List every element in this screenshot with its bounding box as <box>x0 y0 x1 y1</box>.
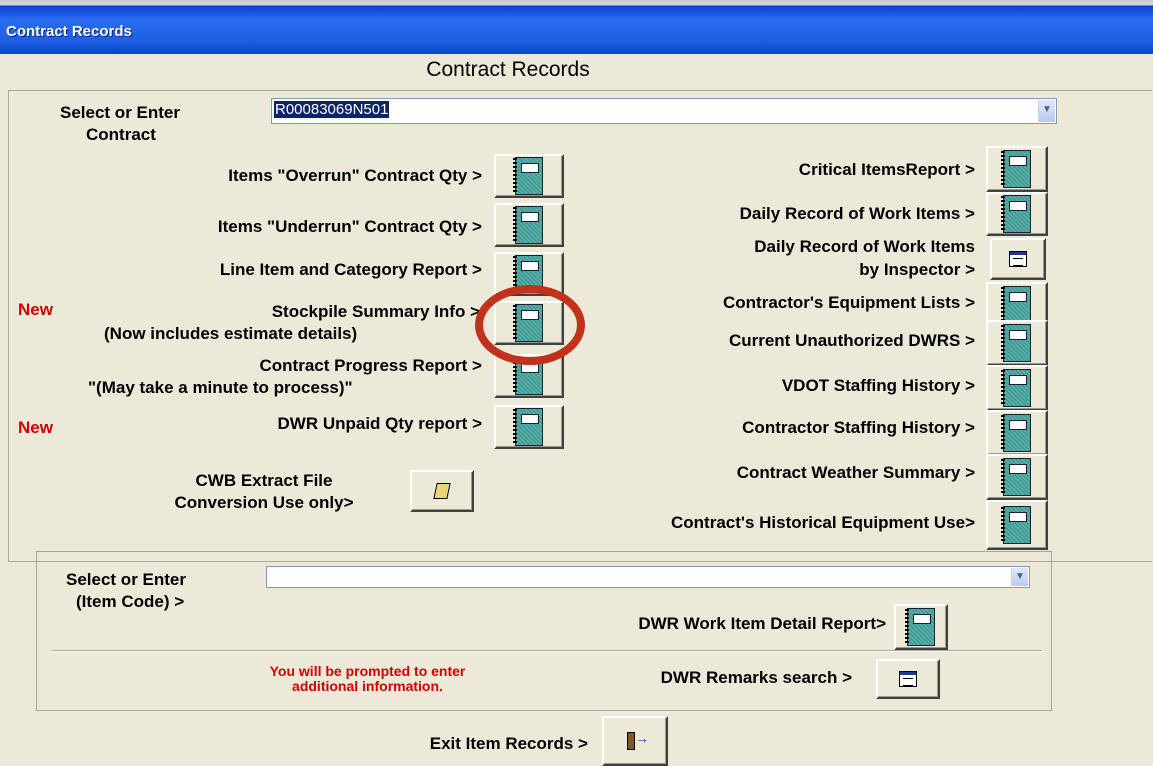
unauthorized-report-button[interactable] <box>986 320 1048 366</box>
exit-door-icon <box>627 730 649 750</box>
stockpile-label: Stockpile Summary Info > <box>271 302 480 321</box>
form-icon <box>1009 251 1027 267</box>
daily-report-button[interactable] <box>986 192 1048 236</box>
contract-combo-value[interactable]: R00083069N501 <box>274 101 390 118</box>
unauthorized-label: Current Unauthorized DWRS > <box>728 331 975 350</box>
report-icon <box>1001 458 1031 496</box>
line-item-label: Line Item and Category Report > <box>219 260 482 279</box>
exit-label: Exit Item Records > <box>429 734 588 753</box>
weather-label: Contract Weather Summary > <box>736 463 975 482</box>
form-heading: Contract Records <box>426 58 590 81</box>
scroll-icon <box>433 483 451 499</box>
stockpile-sublabel: (Now includes estimate details) <box>104 324 358 343</box>
report-icon <box>1001 324 1031 362</box>
contractor-staff-label: Contractor Staffing History > <box>742 418 975 437</box>
exit-button[interactable] <box>602 716 668 766</box>
report-icon <box>513 206 543 244</box>
equipment-label: Contractor's Equipment Lists > <box>723 293 975 312</box>
prompt-text-2: additional information. <box>292 678 443 694</box>
chevron-down-icon[interactable]: ▼ <box>1038 100 1055 122</box>
form-icon <box>899 671 917 687</box>
remarks-label: DWR Remarks search > <box>660 668 852 687</box>
daily-label: Daily Record of Work Items > <box>739 204 975 223</box>
weather-report-button[interactable] <box>986 454 1048 500</box>
detail-report-label: DWR Work Item Detail Report> <box>638 614 886 633</box>
progress-sublabel: "(May take a minute to process)" <box>88 378 353 397</box>
item-select-sublabel: (Item Code) > <box>76 592 185 611</box>
overrun-label: Items "Overrun" Contract Qty > <box>228 166 482 185</box>
report-icon <box>905 608 935 646</box>
contract-select-label-2: Contract <box>86 125 156 144</box>
report-icon <box>1001 369 1031 407</box>
window-titlebar: Contract Records <box>0 0 1153 54</box>
report-icon <box>513 408 543 446</box>
progress-label: Contract Progress Report > <box>259 356 482 375</box>
chevron-down-icon[interactable]: ▼ <box>1011 568 1028 586</box>
unpaid-report-button[interactable] <box>494 405 564 449</box>
report-icon <box>1001 286 1031 324</box>
new-badge: New <box>18 300 53 319</box>
daily-inspector-sublabel: by Inspector > <box>859 260 975 279</box>
report-icon <box>1001 506 1031 544</box>
cwb-extract-button[interactable] <box>410 470 474 512</box>
daily-inspector-label: Daily Record of Work Items <box>754 237 975 256</box>
window-title: Contract Records <box>6 23 132 40</box>
item-select-label: Select or Enter <box>66 570 186 589</box>
prompt-text: You will be prompted to enter <box>269 663 466 679</box>
historical-label: Contract's Historical Equipment Use> <box>671 513 975 532</box>
critical-label: Critical ItemsReport > <box>798 160 975 179</box>
underrun-report-button[interactable] <box>494 203 564 247</box>
cwb-label: CWB Extract File <box>195 471 333 490</box>
underrun-label: Items "Underrun" Contract Qty > <box>217 217 482 236</box>
contractor-staff-report-button[interactable] <box>986 410 1048 456</box>
contract-combo[interactable]: R00083069N501 ▼ <box>271 98 1057 124</box>
new-badge: New <box>18 418 53 437</box>
report-icon <box>513 157 543 195</box>
report-icon <box>1001 195 1031 233</box>
item-code-combo[interactable]: ▼ <box>266 566 1030 588</box>
overrun-report-button[interactable] <box>494 154 564 198</box>
cwb-sublabel: Conversion Use only> <box>174 493 354 512</box>
section-divider <box>52 650 1042 652</box>
daily-inspector-button[interactable] <box>990 238 1046 280</box>
detail-report-button[interactable] <box>894 604 948 650</box>
contract-select-label: Select or Enter <box>60 103 180 122</box>
report-icon <box>1001 150 1031 188</box>
vdot-staff-report-button[interactable] <box>986 365 1048 411</box>
remarks-search-button[interactable] <box>876 659 940 699</box>
historical-report-button[interactable] <box>986 500 1048 550</box>
vdot-staff-label: VDOT Staffing History > <box>781 376 975 395</box>
report-icon <box>1001 414 1031 452</box>
critical-report-button[interactable] <box>986 146 1048 192</box>
unpaid-label: DWR Unpaid Qty report > <box>277 414 482 433</box>
